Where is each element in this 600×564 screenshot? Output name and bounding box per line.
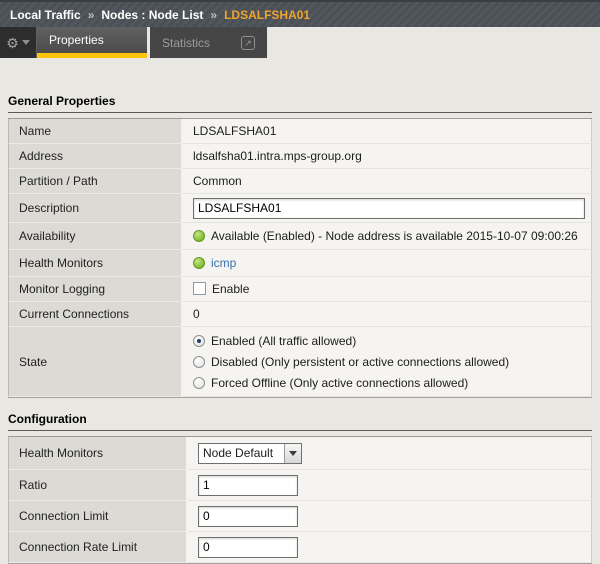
description-input[interactable] xyxy=(193,198,585,219)
connection-limit-input[interactable] xyxy=(198,506,298,527)
table-row: Monitor Logging Enable xyxy=(8,277,592,302)
general-properties-table: Name LDSALFSHA01 Address ldsalfsha01.int… xyxy=(8,118,592,398)
row-label-current-connections: Current Connections xyxy=(8,302,183,327)
breadcrumb-parent[interactable]: Nodes : Node List xyxy=(101,8,203,22)
table-row: Availability Available (Enabled) - Node … xyxy=(8,223,592,250)
node-properties-page: Local Traffic » Nodes : Node List » LDSA… xyxy=(0,0,600,551)
health-monitors-selected-option: Node Default xyxy=(199,444,284,463)
table-row: Connection Limit xyxy=(8,501,592,532)
row-label-ratio: Ratio xyxy=(8,470,188,501)
row-label-description: Description xyxy=(8,194,183,223)
health-monitors-select[interactable]: Node Default xyxy=(198,443,302,464)
table-row: State Enabled (All traffic allowed) Disa… xyxy=(8,327,592,397)
chevron-down-icon xyxy=(289,451,297,456)
external-link-icon: ↗ xyxy=(241,36,255,50)
table-row: Current Connections 0 xyxy=(8,302,592,327)
tab-statistics-label: Statistics xyxy=(162,36,210,50)
main-content: General Properties Name LDSALFSHA01 Addr… xyxy=(0,94,600,564)
state-enabled-radio[interactable] xyxy=(193,335,205,347)
row-label-address: Address xyxy=(8,144,183,169)
breadcrumb-section[interactable]: Local Traffic xyxy=(10,8,81,22)
table-row: Ratio xyxy=(8,470,592,501)
monitor-logging-checkbox-label: Enable xyxy=(212,282,249,296)
connection-rate-limit-input[interactable] xyxy=(198,537,298,558)
table-row: Address ldsalfsha01.intra.mps-group.org xyxy=(8,144,592,169)
row-label-health-monitors: Health Monitors xyxy=(8,250,183,277)
section-title-general-properties: General Properties xyxy=(8,94,592,113)
breadcrumb: Local Traffic » Nodes : Node List » LDSA… xyxy=(0,0,600,27)
row-label-partition-path: Partition / Path xyxy=(8,169,183,194)
options-menu-button[interactable]: ⚙ xyxy=(0,27,37,58)
breadcrumb-current: LDSALFSHA01 xyxy=(224,8,310,22)
tab-properties[interactable]: Properties xyxy=(37,27,147,58)
state-forced-offline-radio[interactable] xyxy=(193,377,205,389)
monitor-icmp-link[interactable]: icmp xyxy=(211,256,236,270)
state-enabled-label: Enabled (All traffic allowed) xyxy=(211,334,356,348)
status-green-icon xyxy=(193,257,205,269)
select-dropdown-button[interactable] xyxy=(284,444,301,463)
row-label-connection-rate-limit: Connection Rate Limit xyxy=(8,532,188,563)
name-value: LDSALFSHA01 xyxy=(183,119,592,144)
table-row: Connection Rate Limit xyxy=(8,532,592,563)
table-row: Description xyxy=(8,194,592,223)
chevron-down-icon xyxy=(22,40,30,45)
ratio-input[interactable] xyxy=(198,475,298,496)
state-disabled-radio[interactable] xyxy=(193,356,205,368)
breadcrumb-separator: » xyxy=(88,8,95,22)
gear-icon: ⚙ xyxy=(6,36,19,50)
table-row: Name LDSALFSHA01 xyxy=(8,119,592,144)
row-label-connection-limit: Connection Limit xyxy=(8,501,188,532)
table-row: Partition / Path Common xyxy=(8,169,592,194)
tab-bar: ⚙ Properties Statistics ↗ xyxy=(0,27,600,58)
tab-statistics[interactable]: Statistics ↗ xyxy=(150,27,267,58)
status-green-icon xyxy=(193,230,205,242)
row-label-monitor-logging: Monitor Logging xyxy=(8,277,183,302)
row-label-name: Name xyxy=(8,119,183,144)
availability-status-text: Available (Enabled) - Node address is av… xyxy=(211,229,578,243)
address-value: ldsalfsha01.intra.mps-group.org xyxy=(183,144,592,169)
monitor-logging-checkbox[interactable] xyxy=(193,282,206,295)
partition-path-value: Common xyxy=(183,169,592,194)
table-row: Health Monitors icmp xyxy=(8,250,592,277)
state-disabled-label: Disabled (Only persistent or active conn… xyxy=(211,355,509,369)
state-forced-offline-label: Forced Offline (Only active connections … xyxy=(211,376,468,390)
current-connections-value: 0 xyxy=(183,302,592,327)
tab-properties-label: Properties xyxy=(49,33,104,47)
breadcrumb-separator: » xyxy=(210,8,217,22)
row-label-availability: Availability xyxy=(8,223,183,250)
row-label-state: State xyxy=(8,327,183,397)
section-title-configuration: Configuration xyxy=(8,412,592,431)
row-label-config-health-monitors: Health Monitors xyxy=(8,437,188,470)
table-row: Health Monitors Node Default xyxy=(8,437,592,470)
configuration-table: Health Monitors Node Default Ratio xyxy=(8,436,592,564)
